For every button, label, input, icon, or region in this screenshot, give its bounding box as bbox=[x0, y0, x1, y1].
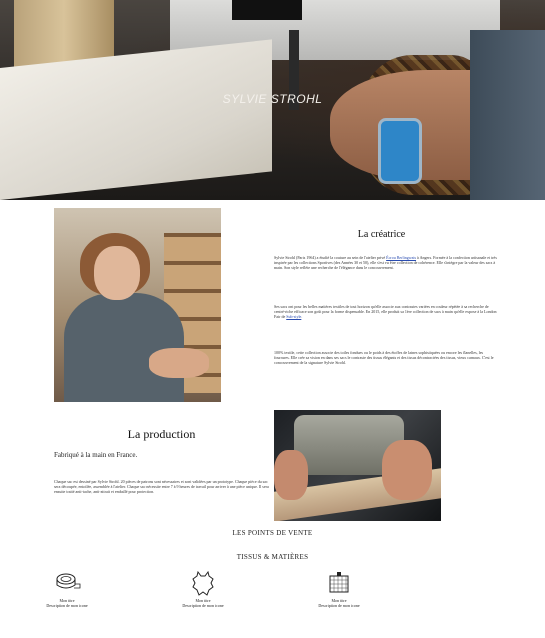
hero-title: SYLVIE STROHL bbox=[222, 92, 323, 106]
photo-hand-left bbox=[274, 450, 308, 500]
creatrice-paragraph-1: Sylvie Strohl (Paris 1964) a étudié la c… bbox=[274, 255, 499, 270]
tape-measure-icon bbox=[56, 573, 81, 589]
hero-laptop-screen bbox=[232, 0, 302, 20]
production-heading: La production bbox=[127, 427, 196, 441]
points-de-vente-link[interactable]: LES POINTS DE VENTE bbox=[0, 529, 545, 537]
fabric-swatch-icon bbox=[329, 572, 349, 593]
photo-face bbox=[94, 246, 140, 300]
creatrice-photo bbox=[54, 208, 221, 402]
feature-description: Description de mon icone bbox=[318, 603, 360, 608]
production-subtitle: Fabriqué à la main en France. bbox=[54, 451, 138, 459]
fair-link[interactable]: Sub-style bbox=[286, 314, 301, 319]
hero-watch bbox=[378, 118, 422, 184]
paragraph-text: Ses sacs ont pour les belles matières te… bbox=[274, 304, 497, 319]
feature-item: Mon titre Description de mon icone bbox=[22, 570, 112, 608]
feature-item: Mon titre Description de mon icone bbox=[158, 570, 248, 608]
production-photo bbox=[274, 410, 441, 521]
hero-banner: SYLVIE STROHL bbox=[0, 0, 545, 200]
feature-description: Description de mon icone bbox=[182, 603, 224, 608]
creatrice-paragraph-3: 100% textile, cette collection associe d… bbox=[274, 350, 499, 365]
production-paragraph: Chaque sac est dessiné par Sylvie Strohl… bbox=[54, 479, 269, 494]
hero-cutting-board bbox=[0, 39, 272, 200]
leather-hide-icon bbox=[192, 570, 214, 596]
creatrice-heading: La créatrice bbox=[357, 229, 406, 240]
tissus-matieres-link[interactable]: TISSUS & MATIÈRES bbox=[0, 553, 545, 561]
creatrice-paragraph-2: Ses sacs ont pour les belles matières te… bbox=[274, 304, 499, 319]
feature-item: Mon titre Description de mon icone bbox=[294, 570, 384, 608]
feature-description: Description de mon icone bbox=[46, 603, 88, 608]
photo-hand-right bbox=[382, 440, 432, 500]
paragraph-text: . bbox=[301, 314, 303, 319]
hero-sleeve bbox=[470, 30, 545, 200]
paragraph-text: 100% textile, cette collection associe d… bbox=[274, 350, 494, 365]
photo-hands bbox=[149, 348, 209, 378]
